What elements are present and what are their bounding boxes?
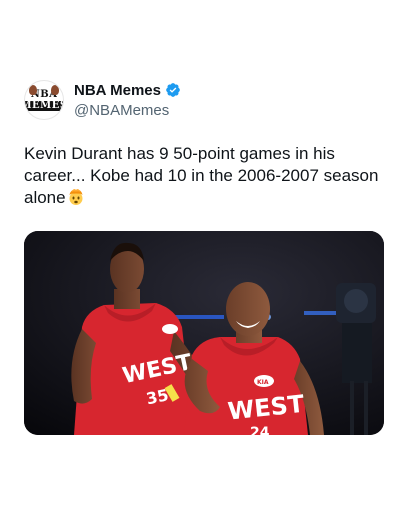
avatar[interactable]: NBA MEMES: [24, 80, 64, 120]
exploding-head-emoji-icon: [67, 188, 85, 206]
author-names: NBA Memes @NBAMemes: [74, 81, 181, 120]
tweet-header: NBA MEMES NBA Memes @NBAMemes: [24, 80, 181, 120]
photo-illustration: WEST 35 WEST 24 KIA: [24, 231, 384, 435]
tweet-text: Kevin Durant has 9 50-point games in his…: [24, 143, 384, 209]
display-name-row: NBA Memes: [74, 81, 181, 100]
verified-badge-icon: [165, 82, 181, 98]
tweet: NBA MEMES NBA Memes @NBAMemes Kevin Dura…: [0, 0, 408, 510]
sponsor-logo-text: KIA: [257, 379, 269, 386]
right-jersey-number: 24: [250, 425, 270, 435]
display-name[interactable]: NBA Memes: [74, 81, 161, 100]
tweet-media-image[interactable]: WEST 35 WEST 24 KIA: [24, 231, 384, 435]
avatar-logo-bottom: MEMES: [25, 100, 63, 111]
avatar-face-right: [51, 85, 59, 95]
avatar-face-left: [29, 85, 37, 95]
author-handle[interactable]: @NBAMemes: [74, 101, 181, 120]
